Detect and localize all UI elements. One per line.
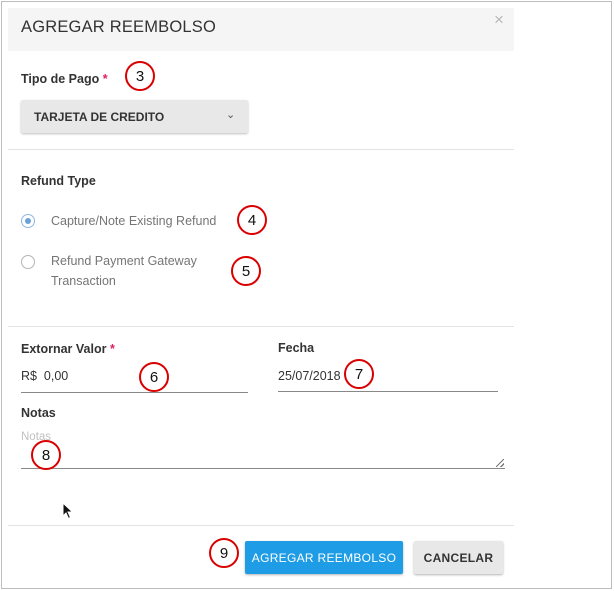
notes-label: Notas (21, 406, 56, 420)
date-label: Fecha (278, 341, 315, 355)
dialog-header: AGREGAR REEMBOLSO × (8, 8, 514, 51)
required-mark: * (102, 72, 108, 86)
modal-dialog (1, 1, 612, 589)
required-mark: * (109, 342, 115, 356)
annotation-marker: 8 (31, 440, 61, 470)
annotation-marker: 9 (209, 538, 239, 568)
annotation-marker: 6 (139, 362, 169, 392)
amount-input[interactable]: R$ 0,00 (21, 369, 68, 383)
amount-label-text: Extornar Valor (21, 342, 107, 356)
date-underline (278, 391, 498, 392)
cancel-button[interactable]: CANCELAR (414, 541, 503, 574)
dialog-title: AGREGAR REEMBOLSO (21, 18, 217, 36)
radio-capture-existing-refund-label[interactable]: Capture/Note Existing Refund (51, 211, 216, 231)
chevron-down-icon: ⌄ (226, 109, 236, 121)
annotation-marker: 7 (344, 359, 374, 389)
radio-capture-existing-refund[interactable] (21, 214, 35, 228)
close-icon[interactable]: × (494, 10, 504, 30)
payment-type-select[interactable]: TARJETA DE CREDITO ⌄ (21, 100, 248, 133)
add-refund-button[interactable]: AGREGAR REEMBOLSO (245, 541, 403, 574)
payment-type-label-text: Tipo de Pago (21, 72, 100, 86)
payment-type-label: Tipo de Pago * (21, 72, 108, 86)
date-input[interactable]: 25/07/2018 (278, 369, 341, 383)
payment-type-value: TARJETA DE CREDITO (34, 110, 165, 124)
annotation-marker: 5 (231, 256, 261, 286)
refund-type-label: Refund Type (21, 174, 96, 188)
annotation-marker: 4 (237, 205, 267, 235)
section-divider (8, 326, 514, 327)
amount-label: Extornar Valor * (21, 342, 115, 356)
mouse-pointer-icon (62, 502, 74, 520)
annotation-marker: 3 (125, 61, 155, 91)
textarea-resize-handle[interactable] (496, 459, 504, 467)
radio-refund-payment-gateway-label[interactable]: Refund Payment Gateway Transaction (51, 251, 197, 291)
radio-label-line: Transaction (51, 274, 116, 288)
amount-underline (21, 392, 248, 393)
notes-underline (21, 468, 505, 469)
section-divider (8, 525, 514, 526)
section-divider (8, 149, 514, 150)
radio-label-line: Refund Payment Gateway (51, 254, 197, 268)
radio-refund-payment-gateway[interactable] (21, 255, 35, 269)
